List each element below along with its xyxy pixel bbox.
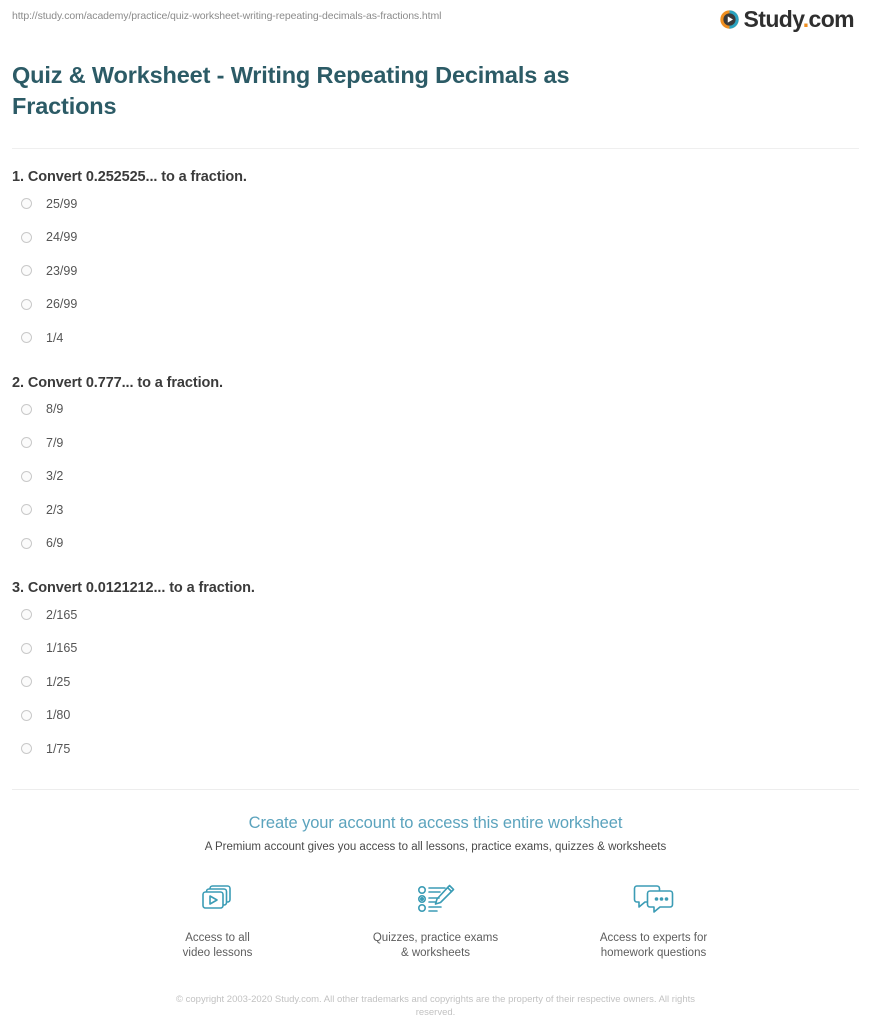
copyright-notice: © copyright 2003-2020 Study.com. All oth… bbox=[175, 993, 696, 1018]
option-label: 3/2 bbox=[46, 469, 64, 484]
question-text: 1. Convert 0.252525... to a fraction. bbox=[12, 169, 247, 185]
option-label: 1/80 bbox=[46, 708, 71, 723]
option-label: 25/99 bbox=[46, 196, 78, 211]
options-group-3: 2/165 1/165 1/25 1/80 1/75 bbox=[12, 598, 859, 766]
option-row[interactable]: 3/2 bbox=[12, 460, 859, 494]
radio-button-icon[interactable] bbox=[21, 470, 32, 482]
question-item-3: 3. Convert 0.0121212... to a fraction. 2… bbox=[12, 560, 859, 766]
option-row[interactable]: 1/25 bbox=[12, 665, 859, 699]
radio-button-icon[interactable] bbox=[21, 298, 32, 310]
questions-list: 1. Convert 0.252525... to a fraction. 25… bbox=[0, 149, 871, 766]
feature-label: Quizzes, practice exams & worksheets bbox=[372, 931, 499, 959]
option-label: 1/25 bbox=[46, 674, 71, 689]
radio-button-icon[interactable] bbox=[21, 265, 32, 277]
option-row[interactable]: 7/9 bbox=[12, 426, 859, 460]
study-com-logo[interactable]: Study.com bbox=[719, 8, 859, 31]
feature-list: Access to all video lessons Quizzes, pra… bbox=[0, 879, 871, 961]
page-title: Quiz & Worksheet - Writing Repeating Dec… bbox=[12, 62, 570, 119]
option-label: 2/3 bbox=[46, 502, 64, 517]
page-url: http://study.com/academy/practice/quiz-w… bbox=[12, 10, 442, 22]
question-text: 3. Convert 0.0121212... to a fraction. bbox=[12, 580, 255, 596]
radio-button-icon[interactable] bbox=[21, 403, 32, 415]
question-item-2: 2. Convert 0.777... to a fraction. 8/9 7… bbox=[12, 355, 859, 561]
radio-button-icon[interactable] bbox=[21, 198, 32, 210]
question-text: 2. Convert 0.777... to a fraction. bbox=[12, 374, 223, 391]
feature-label: Access to all video lessons bbox=[182, 931, 253, 959]
option-row[interactable]: 25/99 bbox=[12, 187, 859, 221]
feature-item-experts: Access to experts for homework questions bbox=[584, 879, 724, 961]
quiz-pencil-icon bbox=[366, 879, 506, 921]
radio-button-icon[interactable] bbox=[21, 676, 32, 688]
option-label: 6/9 bbox=[46, 536, 64, 551]
option-row[interactable]: 1/75 bbox=[12, 732, 859, 766]
feature-item-video-lessons: Access to all video lessons bbox=[148, 879, 288, 961]
logo-wordmark: Study.com bbox=[743, 6, 855, 32]
option-row[interactable]: 2/3 bbox=[12, 493, 859, 527]
radio-button-icon[interactable] bbox=[21, 437, 32, 449]
radio-button-icon[interactable] bbox=[21, 504, 32, 516]
promo-subheading: A Premium account gives you access to al… bbox=[204, 840, 667, 853]
video-lessons-icon bbox=[148, 879, 288, 921]
option-label: 8/9 bbox=[46, 402, 64, 417]
option-label: 1/165 bbox=[46, 641, 78, 656]
radio-button-icon[interactable] bbox=[21, 332, 32, 344]
page-header: http://study.com/academy/practice/quiz-w… bbox=[12, 0, 859, 38]
options-group-2: 8/9 7/9 3/2 2/3 6/9 bbox=[12, 393, 859, 561]
logo-text-study: Study bbox=[743, 6, 804, 32]
radio-button-icon[interactable] bbox=[21, 537, 32, 549]
radio-button-icon[interactable] bbox=[21, 743, 32, 755]
option-label: 23/99 bbox=[46, 263, 78, 278]
options-group-1: 25/99 24/99 23/99 26/99 1/4 bbox=[12, 187, 859, 355]
option-row[interactable]: 26/99 bbox=[12, 288, 859, 322]
option-row[interactable]: 2/165 bbox=[12, 598, 859, 632]
option-label: 1/75 bbox=[46, 741, 71, 756]
option-row[interactable]: 6/9 bbox=[12, 527, 859, 561]
feature-item-quizzes: Quizzes, practice exams & worksheets bbox=[366, 879, 506, 961]
option-label: 26/99 bbox=[46, 297, 78, 312]
chat-bubbles-icon bbox=[584, 879, 724, 921]
option-row[interactable]: 24/99 bbox=[12, 221, 859, 255]
option-label: 7/9 bbox=[46, 435, 64, 450]
option-row[interactable]: 8/9 bbox=[12, 393, 859, 427]
play-circle-icon bbox=[719, 9, 740, 30]
option-row[interactable]: 1/80 bbox=[12, 699, 859, 733]
option-row[interactable]: 1/165 bbox=[12, 632, 859, 666]
promo-section: Create your account to access this entir… bbox=[0, 790, 871, 1019]
option-label: 2/165 bbox=[46, 607, 78, 622]
option-label: 1/4 bbox=[46, 330, 64, 345]
worksheet-page: http://study.com/academy/practice/quiz-w… bbox=[0, 0, 871, 122]
promo-heading[interactable]: Create your account to access this entir… bbox=[0, 812, 871, 834]
option-label: 24/99 bbox=[46, 230, 78, 245]
radio-button-icon[interactable] bbox=[21, 609, 32, 621]
feature-label: Access to experts for homework questions bbox=[599, 931, 708, 959]
logo-text-com: com bbox=[808, 6, 855, 32]
option-row[interactable]: 1/4 bbox=[12, 321, 859, 355]
radio-button-icon[interactable] bbox=[21, 709, 32, 721]
option-row[interactable]: 23/99 bbox=[12, 254, 859, 288]
radio-button-icon[interactable] bbox=[21, 642, 32, 654]
radio-button-icon[interactable] bbox=[21, 231, 32, 243]
question-item-1: 1. Convert 0.252525... to a fraction. 25… bbox=[12, 149, 859, 355]
